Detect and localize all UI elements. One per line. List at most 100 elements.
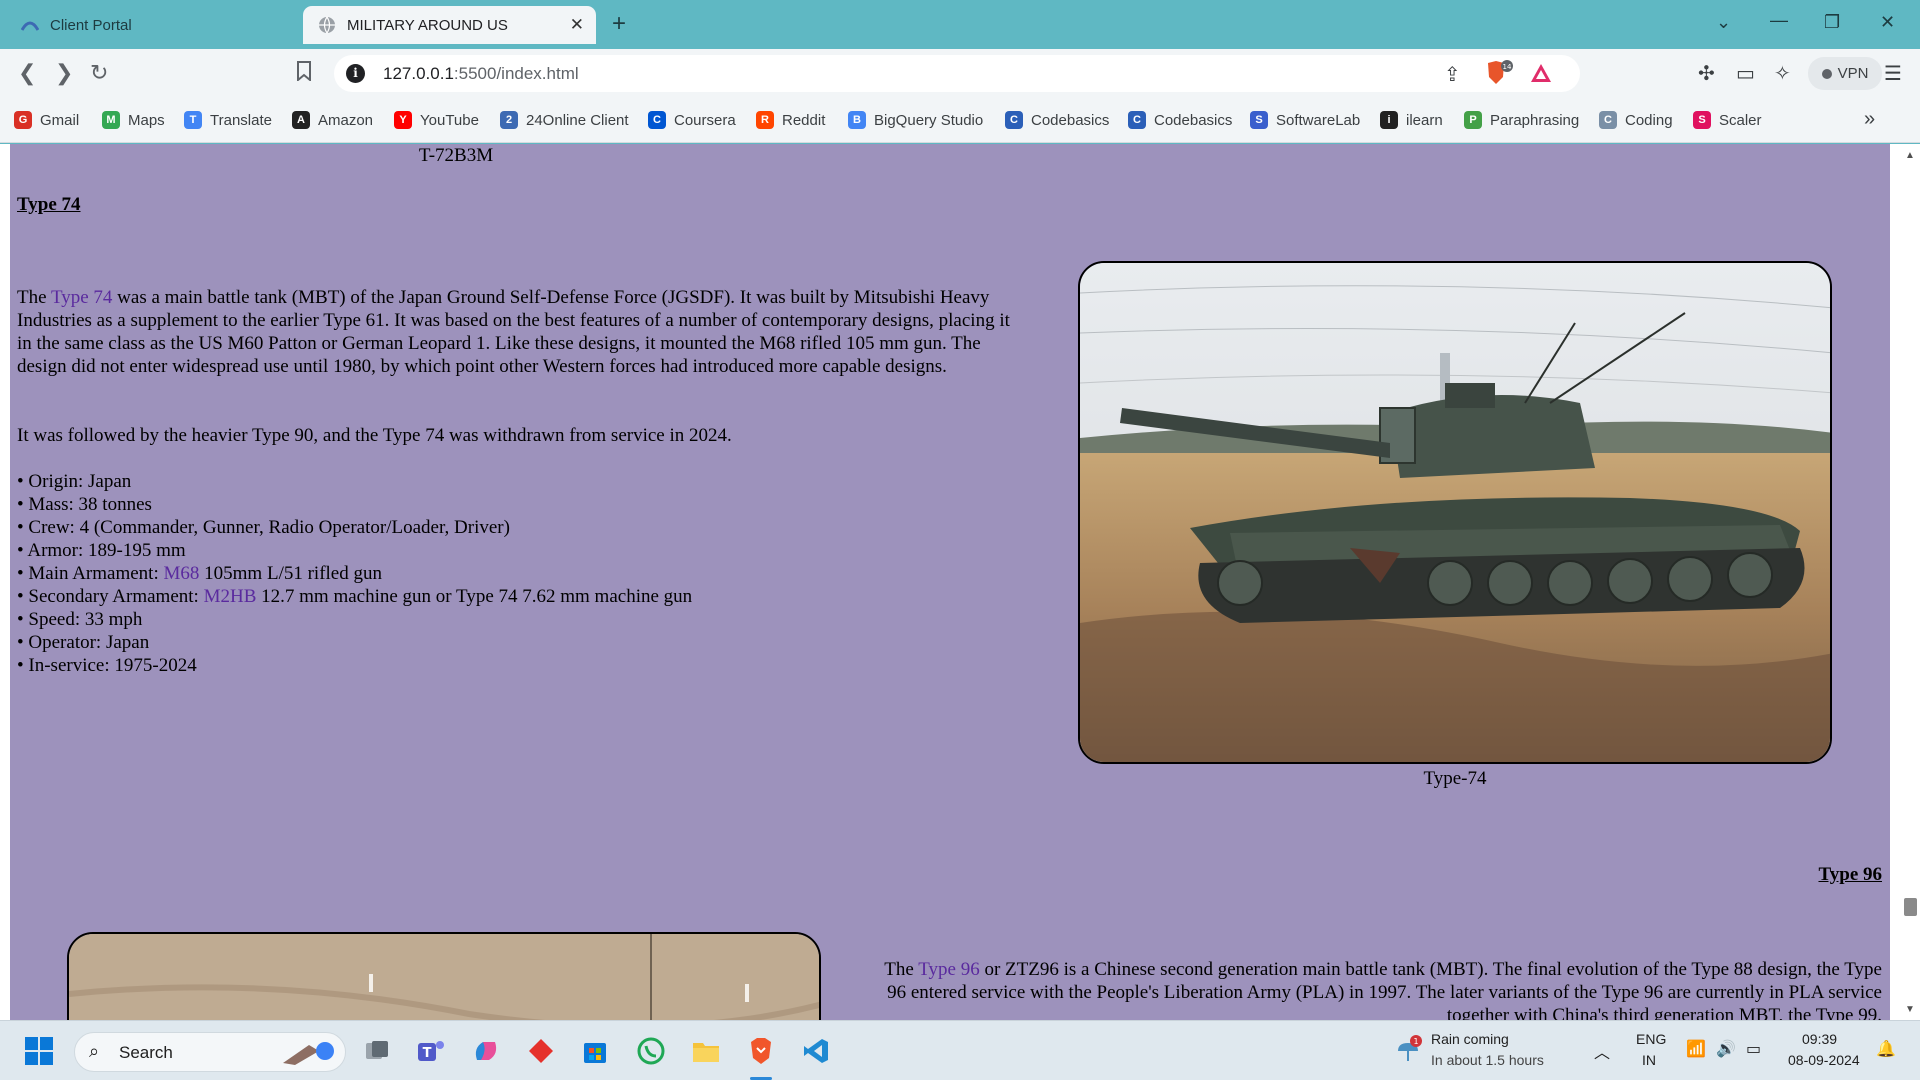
task-view-icon[interactable] bbox=[360, 1034, 394, 1068]
more-bookmarks-chevron-icon[interactable]: » bbox=[1864, 108, 1875, 131]
leo-ai-icon[interactable]: ✧ bbox=[1774, 61, 1791, 86]
bookmark-amazon[interactable]: A Amazon bbox=[292, 109, 373, 131]
forward-arrow-icon[interactable]: ❯ bbox=[55, 61, 73, 85]
scroll-down-arrow-icon[interactable]: ▼ bbox=[1905, 1004, 1915, 1015]
bookmark-label: Scaler bbox=[1719, 111, 1762, 129]
bookmark-softwarelab[interactable]: S SoftwareLab bbox=[1250, 109, 1360, 131]
maps-pin-icon: M bbox=[102, 111, 120, 129]
minimize-icon[interactable]: — bbox=[1770, 10, 1788, 31]
list-item: Armor: 189-195 mm bbox=[17, 539, 1021, 562]
clock-time[interactable]: 09:39 bbox=[1802, 1031, 1837, 1047]
vscode-icon[interactable] bbox=[799, 1034, 833, 1068]
globe-favicon-icon bbox=[317, 15, 337, 35]
list-item: Crew: 4 (Commander, Gunner, Radio Operat… bbox=[17, 516, 1021, 539]
language-indicator-top[interactable]: ENG bbox=[1636, 1031, 1666, 1047]
close-tab-icon[interactable]: ✕ bbox=[570, 15, 584, 35]
scroll-up-arrow-icon[interactable]: ▲ bbox=[1905, 150, 1915, 161]
file-explorer-icon[interactable] bbox=[689, 1034, 723, 1068]
bookmark-label: SoftwareLab bbox=[1276, 111, 1361, 129]
vpn-button[interactable]: VPN bbox=[1808, 57, 1882, 90]
bookmark-ilearn[interactable]: i ilearn bbox=[1380, 109, 1443, 131]
bookmark-scaler[interactable]: S Scaler bbox=[1693, 109, 1762, 131]
bookmark-bigquery-studio[interactable]: B BigQuery Studio bbox=[848, 109, 983, 131]
whatsapp-icon[interactable] bbox=[634, 1034, 668, 1068]
m2hb-link[interactable]: M2HB bbox=[204, 586, 257, 607]
type74-spec-list: Origin: Japan Mass: 38 tonnes Crew: 4 (C… bbox=[17, 470, 1021, 677]
reload-icon[interactable]: ↻ bbox=[90, 61, 108, 85]
teams-icon[interactable]: T bbox=[414, 1034, 448, 1068]
extensions-puzzle-icon[interactable]: ✣ bbox=[1698, 61, 1715, 86]
bookmark-label: ilearn bbox=[1406, 111, 1443, 129]
app-diamond-icon[interactable] bbox=[524, 1034, 558, 1068]
list-item: Origin: Japan bbox=[17, 470, 1021, 493]
site-info-icon[interactable]: i bbox=[346, 64, 365, 83]
weather-title[interactable]: Rain coming bbox=[1431, 1031, 1509, 1047]
clock-date[interactable]: 08-09-2024 bbox=[1788, 1052, 1860, 1068]
bookmark-codebasics[interactable]: C Codebasics bbox=[1128, 109, 1232, 131]
previous-image-caption: T-72B3M bbox=[418, 145, 494, 166]
bookmark-label: YouTube bbox=[420, 111, 479, 129]
new-tab-plus-icon[interactable]: + bbox=[612, 12, 626, 36]
paraphrasing-icon: P bbox=[1464, 111, 1482, 129]
brave-rewards-icon[interactable] bbox=[1530, 63, 1552, 88]
tab-client-portal[interactable]: Client Portal bbox=[16, 6, 296, 44]
list-item: In-service: 1975-2024 bbox=[17, 654, 1021, 677]
type96-link[interactable]: Type 96 bbox=[918, 959, 979, 980]
address-bar[interactable]: i 127.0.0.1:5500/index.html ⇪ 14 bbox=[334, 55, 1580, 92]
tab-search-chevron-icon[interactable]: ⌄ bbox=[1716, 12, 1731, 33]
taskbar-search-box[interactable]: ⌕ Search bbox=[74, 1032, 346, 1072]
battery-icon[interactable]: ▭ bbox=[1746, 1039, 1761, 1059]
bookmark-coursera[interactable]: C Coursera bbox=[648, 109, 736, 131]
notifications-bell-icon[interactable]: 🔔 bbox=[1876, 1039, 1896, 1059]
show-hidden-icons-chevron-icon[interactable]: ︿ bbox=[1594, 1039, 1610, 1063]
bookmark-youtube[interactable]: Y YouTube bbox=[394, 109, 479, 131]
type74-successor-text: It was followed by the heavier Type 90, … bbox=[17, 425, 732, 446]
scrollbar-thumb[interactable] bbox=[1904, 898, 1917, 916]
close-window-icon[interactable]: ✕ bbox=[1880, 12, 1895, 33]
list-item: Mass: 38 tonnes bbox=[17, 493, 1021, 516]
m68-link[interactable]: M68 bbox=[164, 563, 200, 584]
bookmark-this-page-icon[interactable] bbox=[296, 61, 312, 86]
wifi-icon[interactable]: 📶 bbox=[1686, 1039, 1706, 1059]
bookmarks-bar: G Gmail M Maps T Translate A Amazon Y YouTube 2 24O… bbox=[0, 98, 1920, 143]
weather-rain-icon[interactable]: 1 bbox=[1394, 1035, 1424, 1070]
menu-hamburger-icon[interactable]: ☰ bbox=[1884, 61, 1902, 86]
bookmark-label: Reddit bbox=[782, 111, 826, 129]
svg-text:T: T bbox=[423, 1046, 432, 1061]
language-indicator-bottom[interactable]: IN bbox=[1642, 1052, 1656, 1068]
page-viewport: T-72B3M Type 74 The Type 74 was a main b… bbox=[0, 144, 1920, 1020]
coding-icon: C bbox=[1599, 111, 1617, 129]
wallet-icon[interactable]: ▭ bbox=[1736, 61, 1755, 86]
back-arrow-icon[interactable]: ❮ bbox=[18, 61, 36, 85]
bookmark-gmail[interactable]: G Gmail bbox=[14, 109, 79, 131]
browser-tab-strip: Client Portal MILITARY AROUND US ✕ + ⌄ —… bbox=[0, 0, 1920, 49]
brave-browser-icon[interactable] bbox=[744, 1034, 778, 1068]
restore-icon[interactable]: ❐ bbox=[1824, 12, 1840, 33]
type74-link[interactable]: Type 74 bbox=[51, 287, 112, 308]
bookmark-translate[interactable]: T Translate bbox=[184, 109, 272, 131]
microsoft-store-icon[interactable] bbox=[578, 1034, 612, 1068]
bookmark-24online-client[interactable]: 2 24Online Client bbox=[500, 109, 629, 131]
tab-military-around-us[interactable]: MILITARY AROUND US ✕ bbox=[303, 6, 596, 44]
bookmark-coding[interactable]: C Coding bbox=[1599, 109, 1673, 131]
share-icon[interactable]: ⇪ bbox=[1444, 62, 1461, 87]
bookmark-paraphrasing[interactable]: P Paraphrasing bbox=[1464, 109, 1579, 131]
windows-start-icon[interactable] bbox=[22, 1034, 56, 1068]
brave-shields-icon[interactable]: 14 bbox=[1484, 59, 1514, 92]
weather-subtitle[interactable]: In about 1.5 hours bbox=[1431, 1052, 1544, 1068]
url-text[interactable]: 127.0.0.1:5500/index.html bbox=[383, 64, 579, 84]
bookmark-reddit[interactable]: R Reddit bbox=[756, 109, 825, 131]
ilearn-icon: i bbox=[1380, 111, 1398, 129]
client-portal-favicon-icon bbox=[20, 15, 40, 35]
tab-label: MILITARY AROUND US bbox=[347, 16, 508, 34]
type74-heading: Type 74 bbox=[17, 194, 81, 215]
bookmark-label: Codebasics bbox=[1031, 111, 1110, 129]
bookmark-label: Coding bbox=[1625, 111, 1673, 129]
type96-description: The Type 96 or ZTZ96 is a Chinese second… bbox=[884, 959, 1882, 1020]
bookmark-codebasics[interactable]: C Codebasics bbox=[1005, 109, 1109, 131]
bookmark-label: Amazon bbox=[318, 111, 374, 129]
bookmark-maps[interactable]: M Maps bbox=[102, 109, 165, 131]
copilot-icon[interactable] bbox=[469, 1034, 503, 1068]
volume-icon[interactable]: 🔊 bbox=[1716, 1039, 1736, 1059]
page-scrollbar[interactable]: ▲ ▼ bbox=[1900, 144, 1920, 1020]
